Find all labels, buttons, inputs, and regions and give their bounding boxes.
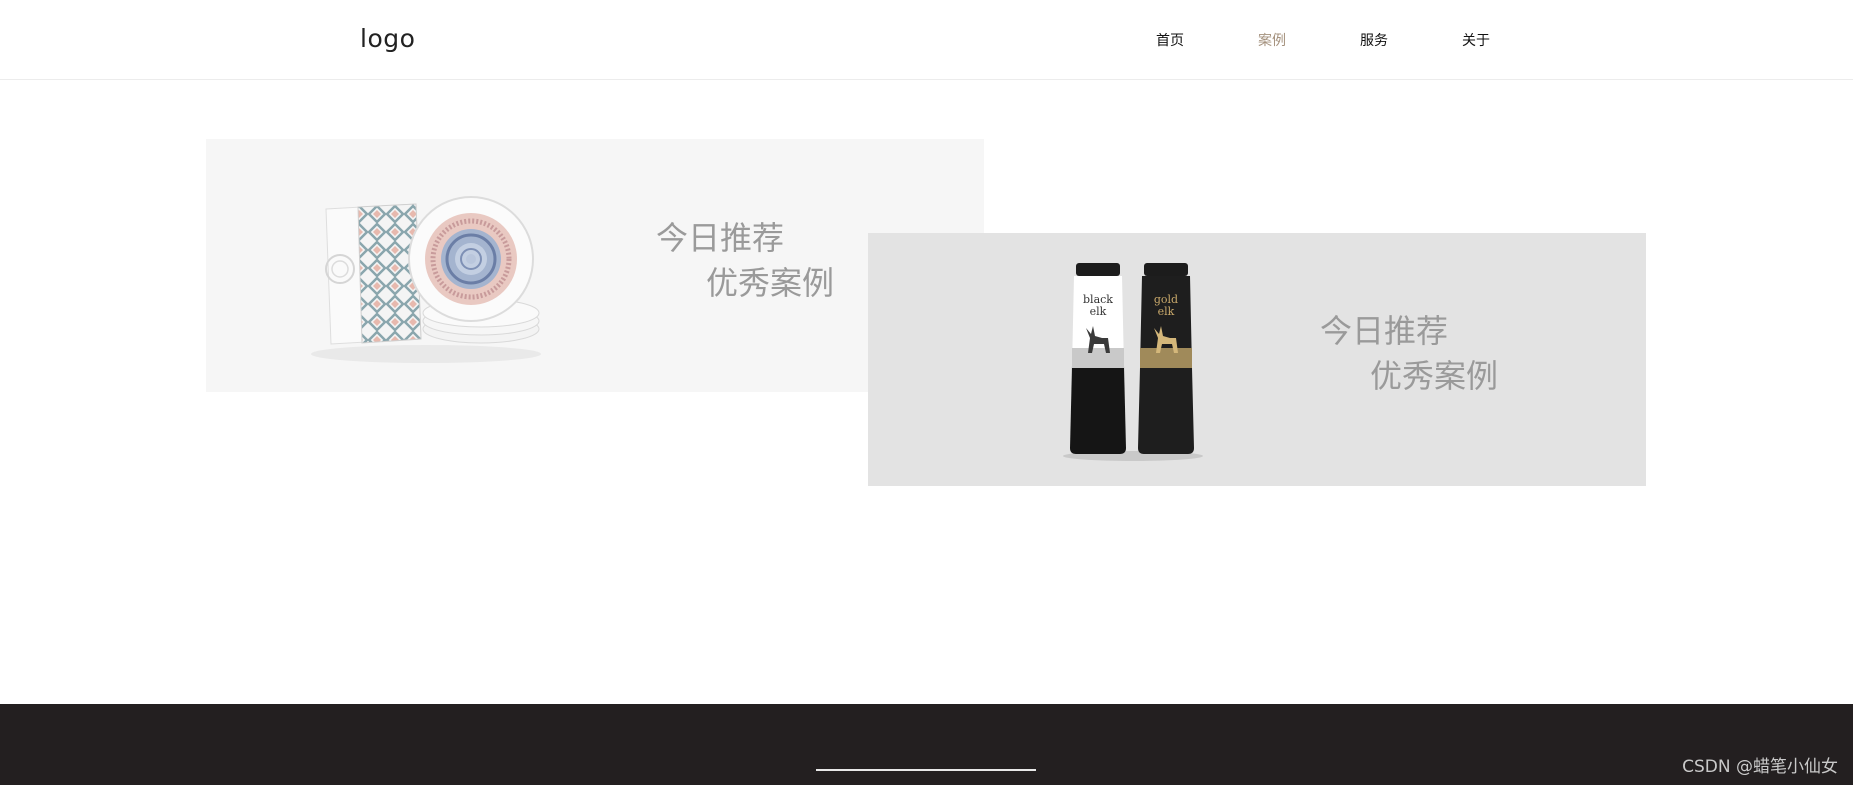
footer-divider [816,769,1036,771]
plate-gift-box-image [311,196,541,363]
main-nav: 首页 案例 服务 关于 [1140,0,1548,79]
svg-text:elk: elk [1158,305,1175,318]
card-1-line1: 今日推荐 [656,219,785,257]
nav-about[interactable]: 关于 [1446,30,1548,50]
card-2-line2: 优秀案例 [1370,357,1499,395]
svg-text:elk: elk [1090,305,1107,318]
card-1-line2: 优秀案例 [706,264,835,302]
card-1-text: 今日推荐 优秀案例 [656,216,834,306]
logo[interactable]: logo [360,24,415,53]
case-card-2[interactable]: black elk gold elk 今日推荐 优秀案例 [868,233,1646,486]
header: logo 首页 案例 服务 关于 [0,0,1853,80]
nav-cases[interactable]: 案例 [1242,30,1344,50]
footer: CSDN @蜡笔小仙女 [0,704,1853,785]
card-2-text: 今日推荐 优秀案例 [1320,309,1498,399]
black-gold-elk-bottles-image: black elk gold elk [1063,263,1203,461]
watermark: CSDN @蜡笔小仙女 [1682,757,1838,777]
nav-home[interactable]: 首页 [1140,30,1242,50]
nav-services[interactable]: 服务 [1344,30,1446,50]
card-2-line1: 今日推荐 [1320,312,1449,350]
